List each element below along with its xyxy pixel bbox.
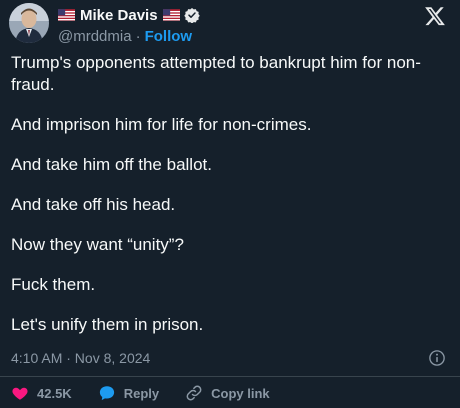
author-name[interactable]: Mike Davis — [80, 7, 158, 24]
follow-button[interactable]: Follow — [145, 28, 193, 45]
author-header: Mike Davis @mrddmia · Follow — [58, 5, 200, 45]
tweet-paragraph: And take off his head. — [11, 195, 176, 214]
tweet-paragraph: Fuck them. — [11, 275, 96, 294]
name-row: Mike Davis — [58, 5, 200, 25]
heart-icon — [12, 387, 28, 400]
us-flag-icon — [58, 9, 75, 21]
divider — [0, 376, 460, 377]
action-bar: 42.5K Reply Copy link — [11, 384, 296, 402]
tweet-paragraph: And imprison him for life for non-crimes… — [11, 115, 312, 134]
reply-label: Reply — [123, 385, 160, 401]
tweet-card: Mike Davis @mrddmia · Follow Trump's opp… — [0, 0, 460, 408]
tweet-paragraph: And take him off the ballot. — [11, 155, 212, 174]
info-icon[interactable] — [428, 349, 446, 367]
tweet-paragraph: Now they want “unity”? — [11, 235, 184, 254]
author-handle[interactable]: @mrddmia — [58, 28, 132, 45]
x-logo-icon[interactable] — [424, 5, 446, 27]
like-button[interactable]: 42.5K — [11, 384, 72, 402]
timestamp[interactable]: 4:10 AM · Nov 8, 2024 — [11, 350, 150, 366]
separator-dot: · — [135, 28, 141, 45]
handle-row: @mrddmia · Follow — [58, 28, 200, 45]
like-count: 42.5K — [37, 385, 72, 401]
us-flag-icon — [162, 9, 180, 21]
tweet-text: Trump's opponents attempted to bankrupt … — [11, 52, 451, 354]
copy-link-label: Copy link — [211, 385, 270, 401]
reply-bubble-icon — [99, 386, 114, 401]
timestamp-row: 4:10 AM · Nov 8, 2024 — [11, 348, 446, 368]
link-icon — [186, 385, 202, 401]
copy-link-button[interactable]: Copy link — [185, 384, 270, 402]
tweet-paragraph: Let's unify them in prison. — [11, 315, 204, 334]
reply-button[interactable]: Reply — [98, 384, 159, 402]
verified-badge-icon — [183, 8, 200, 23]
tweet-paragraph: Trump's opponents attempted to bankrupt … — [11, 53, 421, 94]
avatar[interactable] — [9, 3, 49, 43]
